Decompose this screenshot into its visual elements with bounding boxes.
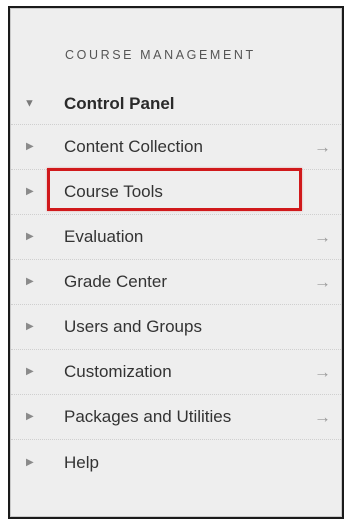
caret-right-icon[interactable]: ▶ [26,322,34,332]
menu-item-label: Control Panel [64,93,175,113]
menu-item-content-collection[interactable]: ▶ Content Collection → [11,125,341,170]
caret-right-icon[interactable]: ▶ [26,142,34,152]
caret-right-icon[interactable]: ▶ [26,232,34,242]
menu-item-packages-and-utilities[interactable]: ▶ Packages and Utilities → [11,395,341,440]
menu-item-users-and-groups[interactable]: ▶ Users and Groups [11,305,341,350]
caret-right-icon[interactable]: ▶ [26,277,34,287]
caret-right-icon[interactable]: ▶ [26,457,34,468]
menu-item-label: Content Collection [64,137,203,156]
menu-item-label: Evaluation [64,227,144,246]
menu-item-course-tools[interactable]: ▶ Course Tools [11,168,341,215]
caret-right-icon[interactable]: ▶ [26,187,34,197]
panel-inner: COURSE MANAGEMENT ▼ Control Panel ▶ Cont… [10,8,342,517]
menu-item-control-panel[interactable]: ▼ Control Panel [11,83,341,125]
menu-item-evaluation[interactable]: ▶ Evaluation → [11,215,341,260]
arrow-right-icon: → [314,272,331,292]
arrow-right-icon: → [314,407,331,427]
menu-item-label: Grade Center [64,272,167,291]
menu-item-label: Help [64,452,99,472]
menu-item-help[interactable]: ▶ Help [11,440,341,485]
arrow-right-icon: → [314,227,331,247]
caret-right-icon[interactable]: ▶ [26,367,34,377]
caret-down-icon[interactable]: ▼ [24,98,35,109]
menu-item-label: Packages and Utilities [64,407,232,426]
menu-item-label: Customization [64,362,172,381]
arrow-right-icon: → [314,362,331,382]
arrow-right-icon: → [314,137,331,157]
menu-item-label: Course Tools [64,182,163,201]
menu-item-customization[interactable]: ▶ Customization → [11,350,341,395]
menu-item-grade-center[interactable]: ▶ Grade Center → [11,260,341,305]
course-management-panel: COURSE MANAGEMENT ▼ Control Panel ▶ Cont… [8,6,344,519]
menu-item-label: Users and Groups [64,317,202,336]
caret-right-icon[interactable]: ▶ [26,412,34,422]
menu-list: ▼ Control Panel ▶ Content Collection → ▶… [11,83,341,485]
section-header: COURSE MANAGEMENT [65,48,256,62]
